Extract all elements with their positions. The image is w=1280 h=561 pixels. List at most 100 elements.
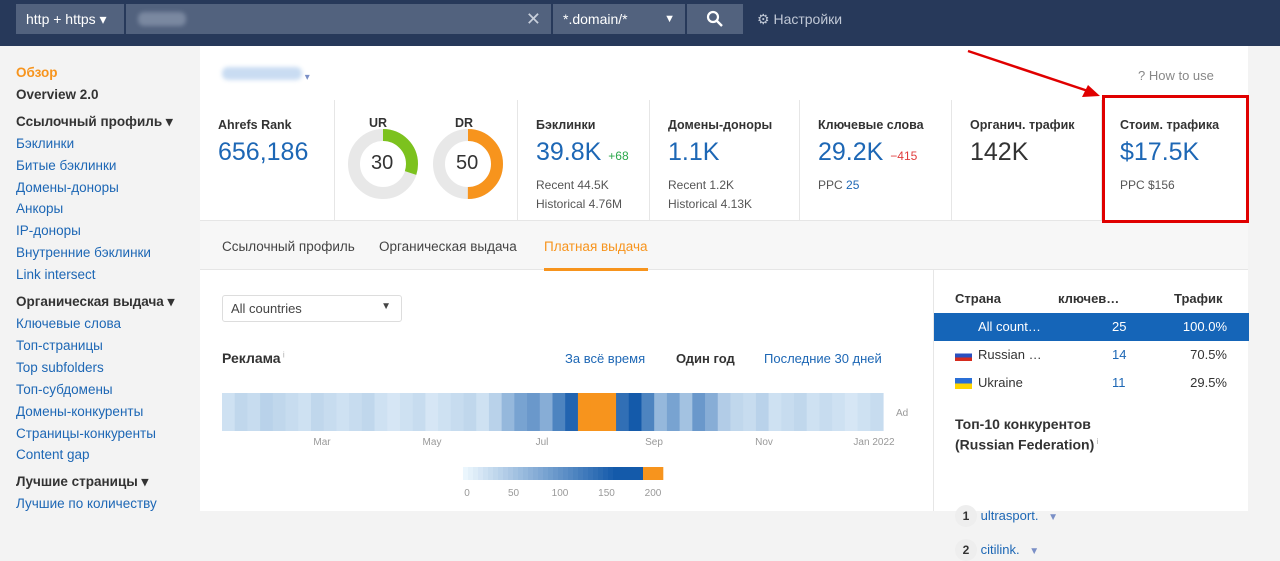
heatmap-cell[interactable] [349, 393, 363, 431]
settings-link[interactable]: ⚙ Настройки [757, 11, 842, 28]
heatmap-cell[interactable] [323, 393, 338, 431]
mode-select[interactable]: *.domain/* ▼ [553, 4, 685, 34]
heatmap-cell[interactable] [603, 393, 617, 431]
heatmap-cell[interactable] [565, 393, 579, 431]
heatmap-cell[interactable] [717, 393, 732, 431]
competitor-name[interactable]: ultrasport. [981, 508, 1039, 523]
sidebar-item[interactable]: Обзор [16, 65, 58, 80]
sidebar-item[interactable]: Домены-конкуренты [16, 404, 143, 419]
sidebar-item[interactable]: Content gap [16, 447, 90, 462]
heatmap-cell[interactable] [463, 393, 477, 431]
heatmap-cell[interactable] [590, 393, 604, 431]
sidebar-item[interactable]: Overview 2.0 [16, 87, 99, 102]
heatmap-cell[interactable] [336, 393, 350, 431]
heatmap-cell[interactable] [679, 393, 693, 431]
heatmap-cell[interactable] [272, 393, 287, 431]
tab-backlink-profile[interactable]: Ссылочный профиль [222, 239, 355, 254]
heatmap-cell[interactable] [705, 393, 719, 431]
heatmap-cell[interactable] [730, 393, 744, 431]
heatmap-cell[interactable] [870, 393, 884, 431]
heatmap-cell[interactable] [234, 393, 249, 431]
chevron-down-icon[interactable]: ▼ [1048, 512, 1058, 523]
country-row[interactable]: Ukraine 11 29.5% [934, 369, 1249, 397]
range-all-time[interactable]: За всё время [565, 351, 645, 366]
country-row[interactable]: All count… 25 100.0% [934, 313, 1249, 341]
heatmap-cell[interactable] [488, 393, 503, 431]
heatmap-cell[interactable] [222, 393, 236, 431]
sidebar-item[interactable]: Лучшие страницы ▾ [16, 474, 148, 490]
sidebar-item[interactable]: Анкоры [16, 201, 63, 216]
heatmap-cell[interactable] [425, 393, 439, 431]
heatmap-cell[interactable] [654, 393, 668, 431]
country-keywords[interactable]: 11 [1112, 375, 1126, 390]
chevron-down-icon[interactable]: ▼ [1029, 546, 1039, 557]
country-keywords[interactable]: 14 [1112, 347, 1126, 362]
heatmap-cell[interactable] [450, 393, 465, 431]
heatmap-cell[interactable] [438, 393, 452, 431]
heatmap-cell[interactable] [616, 393, 630, 431]
sidebar-item[interactable]: Топ-субдомены [16, 382, 113, 397]
heatmap-cell[interactable] [514, 393, 528, 431]
competitor-item[interactable]: 1 ultrasport. ▼ [955, 505, 1058, 527]
sidebar-item[interactable]: Топ-страницы [16, 338, 103, 353]
competitor-name[interactable]: citilink. [981, 542, 1020, 557]
heatmap-cell[interactable] [552, 393, 566, 431]
heatmap-cell[interactable] [781, 393, 795, 431]
competitor-item[interactable]: 2 citilink. ▼ [955, 539, 1039, 561]
search-button[interactable] [687, 4, 743, 34]
country-select[interactable]: All countries ▼ [222, 295, 402, 322]
heatmap-cell[interactable] [577, 393, 592, 431]
metric-backlinks[interactable]: Бэклинки 39.8K +68 Recent 44.5K Historic… [518, 100, 650, 220]
sidebar-item[interactable]: Бэклинки [16, 136, 74, 151]
sidebar-item[interactable]: Органическая выдача ▾ [16, 294, 174, 310]
sidebar-item[interactable]: Link intersect [16, 267, 96, 282]
heatmap-cell[interactable] [476, 393, 490, 431]
heatmap-cell[interactable] [387, 393, 401, 431]
clear-icon[interactable]: ✕ [526, 4, 541, 34]
heatmap-cell[interactable] [361, 393, 376, 431]
ppc-value[interactable]: 25 [846, 178, 859, 192]
sidebar-item[interactable]: Страницы-конкуренты [16, 426, 156, 441]
heatmap-cell[interactable] [628, 393, 643, 431]
tab-organic[interactable]: Органическая выдача [379, 239, 517, 254]
country-keywords[interactable]: 25 [1112, 319, 1126, 334]
heatmap-cell[interactable] [399, 393, 414, 431]
heatmap-cell[interactable] [260, 393, 274, 431]
heatmap-cell[interactable] [666, 393, 681, 431]
country-row[interactable]: Russian … 14 70.5% [934, 341, 1249, 369]
heatmap-cell[interactable] [501, 393, 515, 431]
heatmap-cell[interactable] [755, 393, 770, 431]
protocol-select[interactable]: http + https ▾ [16, 4, 124, 34]
heatmap-cell[interactable] [285, 393, 299, 431]
metric-keywords[interactable]: Ключевые слова 29.2K −415 PPC 25 [800, 100, 952, 220]
heatmap-cell[interactable] [298, 393, 312, 431]
heatmap-cell[interactable] [819, 393, 833, 431]
metric-organic-traffic[interactable]: Органич. трафик 142K [952, 100, 1102, 220]
range-30-days[interactable]: Последние 30 дней [764, 351, 882, 366]
sidebar-item[interactable]: Ссылочный профиль ▾ [16, 114, 173, 130]
range-one-year[interactable]: Один год [676, 351, 735, 366]
sidebar-item[interactable]: Внутренние бэклинки [16, 245, 151, 260]
heatmap-cell[interactable] [832, 393, 846, 431]
tab-paid[interactable]: Платная выдача [544, 239, 648, 271]
heatmap-cell[interactable] [247, 393, 261, 431]
heatmap-cell[interactable] [794, 393, 808, 431]
heatmap-cell[interactable] [527, 393, 541, 431]
domain-selector[interactable]: ▾ [222, 67, 310, 83]
heatmap-cell[interactable] [692, 393, 706, 431]
heatmap-cell[interactable] [374, 393, 388, 431]
heatmap-cell[interactable] [844, 393, 859, 431]
heatmap-cell[interactable] [857, 393, 871, 431]
heatmap-cell[interactable] [641, 393, 655, 431]
heatmap-cell[interactable] [768, 393, 782, 431]
metric-ref-domains[interactable]: Домены-доноры 1.1K Recent 1.2K Historica… [650, 100, 800, 220]
sidebar-item[interactable]: Top subfolders [16, 360, 104, 375]
sidebar-item[interactable]: Битые бэклинки [16, 158, 116, 173]
heatmap-cell[interactable] [412, 393, 426, 431]
sidebar-item[interactable]: Лучшие по количеству [16, 496, 157, 511]
sidebar-item[interactable]: Домены-доноры [16, 180, 119, 195]
heatmap-cell[interactable] [539, 393, 554, 431]
heatmap-cell[interactable] [743, 393, 757, 431]
heatmap-cell[interactable] [310, 393, 325, 431]
sidebar-item[interactable]: Ключевые слова [16, 316, 121, 331]
